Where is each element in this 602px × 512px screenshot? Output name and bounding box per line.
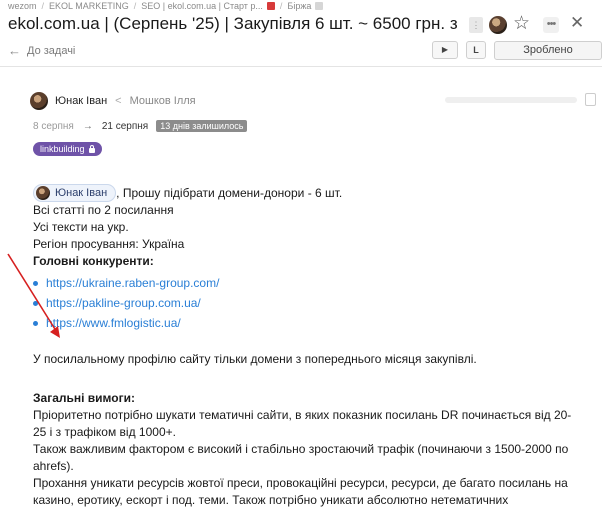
requirements-heading: Загальні вимоги: <box>33 391 135 405</box>
bullet-icon <box>33 280 38 286</box>
requirement-paragraph: Прохання уникати ресурсів жовтої преси, … <box>33 476 568 512</box>
l-button[interactable]: L <box>466 41 486 59</box>
status-square-icon <box>266 2 275 10</box>
tag-label: linkbuilding <box>40 144 85 154</box>
list-item: https://ukraine.raben-group.com/ <box>33 273 573 293</box>
list-item: https://pakline-group.com.ua/ <box>33 293 573 313</box>
page-title: ekol.com.ua | (Серпень '25) | Закупівля … <box>8 14 460 33</box>
assignee-name[interactable]: Юнак Іван <box>55 95 107 107</box>
reporter-name[interactable]: Мошков Ілля <box>130 95 196 107</box>
avatar[interactable] <box>30 92 48 110</box>
requirement-paragraph: Пріоритетно потрібно шукати тематичні са… <box>33 408 572 439</box>
breadcrumb-item-label: Біржа <box>287 1 312 11</box>
start-timer-button[interactable]: ▶ <box>432 41 458 59</box>
breadcrumb-item[interactable]: Біржа <box>287 1 324 11</box>
due-date[interactable]: 21 серпня <box>102 121 148 132</box>
start-date[interactable]: 8 серпня <box>33 121 74 132</box>
bullet-icon <box>33 320 38 326</box>
competitor-link[interactable]: https://ukraine.raben-group.com/ <box>46 275 219 292</box>
collapse-icon[interactable]: ⋮ <box>469 17 483 33</box>
star-icon[interactable]: ☆ <box>513 12 530 35</box>
tag-linkbuilding[interactable]: linkbuilding <box>33 142 102 156</box>
breadcrumb-separator: / <box>41 1 45 11</box>
breadcrumb: wezom / EKOL MARKETING / SEO | ekol.com.… <box>8 0 324 12</box>
competitor-link[interactable]: https://pakline-group.com.ua/ <box>46 295 201 312</box>
description-line: Усі тексти на укр. <box>33 220 129 234</box>
breadcrumb-item-label: SEO | ekol.com.ua | Старт р... <box>141 1 263 11</box>
assignee-row: Юнак Іван < Мошков Ілля <box>30 92 196 110</box>
avatar[interactable] <box>489 16 507 34</box>
breadcrumb-separator: / <box>133 1 137 11</box>
done-button[interactable]: Зроблено <box>494 41 602 60</box>
requirement-paragraph: Також важливим фактором є високий і стаб… <box>33 442 569 473</box>
lock-icon <box>88 144 95 153</box>
description-line: Всі статті по 2 посилання <box>33 203 174 217</box>
more-options-icon[interactable]: ••• <box>543 17 559 33</box>
breadcrumb-item[interactable]: SEO | ekol.com.ua | Старт р... <box>141 1 275 11</box>
bullet-icon <box>33 300 38 306</box>
back-arrow-icon: ← <box>8 43 21 58</box>
breadcrumb-separator: / <box>279 1 283 11</box>
divider <box>0 66 602 67</box>
document-icon[interactable] <box>585 93 596 106</box>
progress-bar <box>445 97 577 103</box>
list-item: https://www.fmlogistic.ua/ <box>33 313 573 333</box>
intro-text: , Прошу підібрати домени-донори - 6 шт. <box>116 185 343 200</box>
profile-note: У посилальному профілю сайту тільки доме… <box>33 352 477 366</box>
dates-row: 8 серпня → 21 серпня 13 днів залишилось <box>33 120 248 132</box>
back-to-task-link[interactable]: ← До задачі <box>8 43 75 58</box>
breadcrumb-item[interactable]: EKOL MARKETING <box>49 1 129 11</box>
days-left-badge: 13 днів залишилось <box>156 120 248 132</box>
back-link-label: До задачі <box>27 44 76 57</box>
competitor-link[interactable]: https://www.fmlogistic.ua/ <box>46 315 181 332</box>
intro-line: Юнак Іван , Прошу підібрати домени-донор… <box>33 184 573 202</box>
competitors-heading: Головні конкуренти: <box>33 254 154 268</box>
description-line: Регіон просування: Україна <box>33 237 185 251</box>
user-mention[interactable]: Юнак Іван <box>33 184 117 202</box>
close-icon[interactable]: ✕ <box>570 13 584 33</box>
competitor-list: https://ukraine.raben-group.com/ https:/… <box>33 273 573 333</box>
date-arrow-icon: → <box>82 120 93 132</box>
mention-name: Юнак Іван <box>55 186 108 199</box>
status-square-icon <box>315 2 324 10</box>
avatar <box>36 186 50 200</box>
assign-arrow-icon: < <box>115 95 122 107</box>
task-description: Юнак Іван , Прошу підібрати домени-донор… <box>33 184 573 512</box>
breadcrumb-item[interactable]: wezom <box>8 1 37 11</box>
